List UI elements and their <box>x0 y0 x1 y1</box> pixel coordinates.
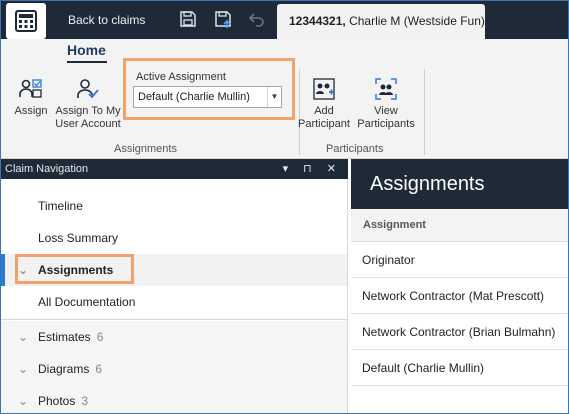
nav-divider <box>1 319 347 320</box>
back-to-claims-button[interactable]: Back to claims <box>56 5 154 35</box>
nav-group-estimates[interactable]: ⌄ Estimates 6 <box>1 321 347 353</box>
app-logo-icon[interactable] <box>6 3 46 39</box>
table-row[interactable]: Default (Charlie Mullin) <box>351 350 568 386</box>
app-window: Back to claims 12344321, Charlie M (West… <box>0 0 569 414</box>
view-participants-line1: View <box>374 105 398 117</box>
claim-number: 12344321, <box>289 14 346 28</box>
claim-navigation-panel: Timeline Loss Summary ⌄ Assignments All … <box>1 179 348 413</box>
nav-item-loss-summary[interactable]: Loss Summary <box>1 222 347 254</box>
nav-group-count: 3 <box>81 394 89 408</box>
add-participant-line1: Add <box>314 105 334 117</box>
claim-navigation-header: Claim Navigation ▾ ⊓ ✕ <box>1 159 348 179</box>
nav-item-label: Loss Summary <box>38 231 119 245</box>
save-upload-icon[interactable] <box>213 9 233 29</box>
add-participant-icon <box>313 78 335 100</box>
claim-name: Charlie M (Westside Fun) <box>345 14 485 28</box>
selected-indicator <box>1 254 5 286</box>
nav-item-label: Timeline <box>38 199 83 213</box>
view-participants-button[interactable]: View Participants <box>354 77 418 131</box>
nav-group-label: Estimates <box>38 330 91 344</box>
assign-button[interactable]: Assign <box>11 77 51 118</box>
table-row[interactable]: Originator <box>351 242 568 278</box>
view-participants-icon <box>375 78 397 100</box>
chevron-down-icon[interactable]: ⌄ <box>18 353 28 385</box>
active-assignment-highlight <box>123 58 295 120</box>
group-label-assignments: Assignments <box>114 143 177 155</box>
view-participants-line2: Participants <box>357 118 415 130</box>
page-title: Assignments <box>351 159 568 209</box>
nav-group-count: 6 <box>95 362 103 376</box>
table-row[interactable]: Network Contractor (Brian Bulmahn) <box>351 314 568 350</box>
assign-to-me-line2: User Account <box>55 118 121 130</box>
panel-controls[interactable]: ▾ ⊓ ✕ <box>283 159 342 179</box>
nav-group-count: 6 <box>96 330 104 344</box>
user-check-icon <box>77 79 99 99</box>
assign-label: Assign <box>14 105 48 117</box>
nav-item-timeline[interactable]: Timeline <box>1 190 347 222</box>
table-row[interactable]: Network Contractor (Mat Prescott) <box>351 278 568 314</box>
tab-claim[interactable]: 12344321, Charlie M (Westside Fun) <box>277 4 485 39</box>
column-header-assignment[interactable]: Assignment <box>351 209 568 242</box>
ribbon: Home Assign Assign To My User Account Ac… <box>1 39 568 159</box>
group-divider <box>424 69 425 155</box>
chevron-down-icon[interactable]: ⌄ <box>18 321 28 353</box>
nav-group-label: Photos <box>38 394 76 408</box>
claim-navigation-title: Claim Navigation <box>5 163 89 175</box>
assign-icon <box>19 79 42 98</box>
assign-to-me-line1: Assign To My <box>55 105 121 117</box>
assign-to-my-user-account-button[interactable]: Assign To My User Account <box>51 77 125 131</box>
nav-item-label: All Documentation <box>38 295 136 309</box>
nav-group-diagrams[interactable]: ⌄ Diagrams 6 <box>1 353 347 385</box>
chevron-down-icon[interactable]: ⌄ <box>18 385 28 413</box>
add-participant-button[interactable]: Add Participant <box>295 77 353 131</box>
assignments-highlight <box>15 254 134 284</box>
save-icon[interactable] <box>178 9 198 29</box>
nav-group-photos[interactable]: ⌄ Photos 3 <box>1 385 347 413</box>
nav-group-label: Diagrams <box>38 362 90 376</box>
tab-home[interactable]: Home <box>67 42 106 58</box>
tab-home-underline <box>67 61 107 63</box>
add-participant-line2: Participant <box>298 118 350 130</box>
undo-icon[interactable] <box>247 9 267 29</box>
title-bar: Back to claims 12344321, Charlie M (West… <box>1 1 568 39</box>
group-label-participants: Participants <box>326 143 384 155</box>
nav-item-all-documentation[interactable]: All Documentation <box>1 286 347 318</box>
